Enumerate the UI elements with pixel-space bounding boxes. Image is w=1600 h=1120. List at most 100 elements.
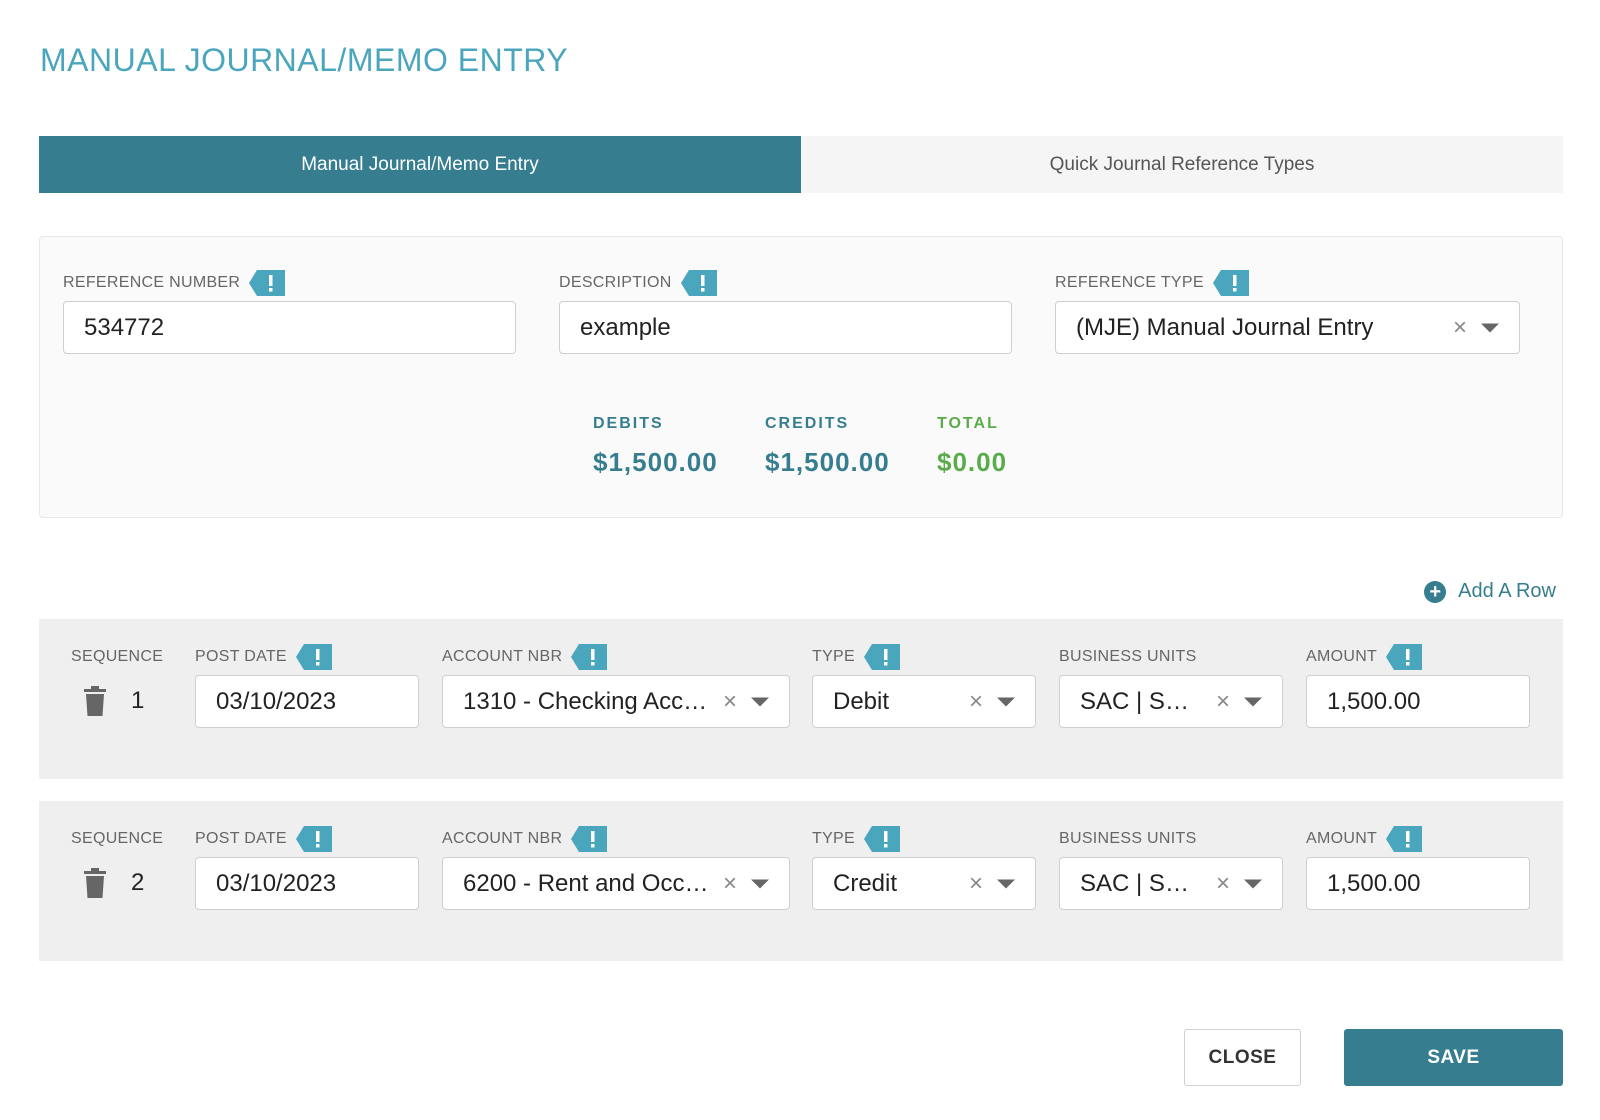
- reference-number-input[interactable]: 534772: [63, 301, 516, 354]
- sequence-field: SEQUENCE 2: [71, 825, 181, 903]
- header-panel: REFERENCE NUMBER 534772 DESCRIPTION exam…: [39, 236, 1563, 518]
- add-row-label: Add A Row: [1458, 580, 1556, 602]
- business-units-select[interactable]: SAC | Sacrame... ×: [1059, 675, 1283, 728]
- amount-value: 1,500.00: [1327, 687, 1421, 715]
- plus-circle-icon: +: [1424, 580, 1447, 603]
- tab-bar: Manual Journal/Memo Entry Quick Journal …: [39, 136, 1563, 193]
- reference-type-label: REFERENCE TYPE: [1055, 274, 1204, 291]
- required-flag-icon: [295, 826, 332, 852]
- required-flag-icon: [1386, 826, 1423, 852]
- account-nbr-label: ACCOUNT NBR: [442, 648, 563, 665]
- caret-down-icon[interactable]: [997, 879, 1015, 888]
- sequence-label: SEQUENCE: [71, 648, 164, 665]
- trash-icon[interactable]: [83, 686, 107, 716]
- account-nbr-label: ACCOUNT NBR: [442, 830, 563, 847]
- total-value: $0.00: [937, 447, 1008, 477]
- required-flag-icon: [249, 270, 286, 296]
- description-label: DESCRIPTION: [559, 274, 672, 291]
- close-icon[interactable]: ×: [969, 688, 983, 716]
- account-nbr-select[interactable]: 1310 - Checking Account -... ×: [442, 675, 790, 728]
- tab-quick-journal-reference-types[interactable]: Quick Journal Reference Types: [801, 136, 1563, 193]
- close-icon[interactable]: ×: [723, 870, 737, 898]
- amount-input[interactable]: 1,500.00: [1306, 675, 1530, 728]
- reference-type-value: (MJE) Manual Journal Entry: [1076, 313, 1374, 341]
- sequence-label: SEQUENCE: [71, 830, 164, 847]
- journal-line-row: SEQUENCE 1 POST DATE 03/10/2023 ACCOUNT …: [39, 619, 1563, 779]
- post-date-value: 03/10/2023: [216, 869, 337, 897]
- business-units-select[interactable]: SAC | Sacrame... ×: [1059, 857, 1283, 910]
- business-units-field: BUSINESS UNITS SAC | Sacrame... ×: [1059, 643, 1283, 728]
- credits-label: CREDITS: [765, 415, 850, 432]
- required-flag-icon: [571, 644, 608, 670]
- description-field: DESCRIPTION example: [559, 269, 1012, 354]
- amount-input[interactable]: 1,500.00: [1306, 857, 1530, 910]
- caret-down-icon[interactable]: [751, 697, 769, 706]
- type-label: TYPE: [812, 648, 855, 665]
- tab-manual-journal-entry[interactable]: Manual Journal/Memo Entry: [39, 136, 801, 193]
- reference-number-label: REFERENCE NUMBER: [63, 274, 241, 291]
- amount-label: AMOUNT: [1306, 648, 1378, 665]
- description-input[interactable]: example: [559, 301, 1012, 354]
- business-units-field: BUSINESS UNITS SAC | Sacrame... ×: [1059, 825, 1283, 910]
- caret-down-icon[interactable]: [1481, 323, 1499, 332]
- required-flag-icon: [295, 644, 332, 670]
- account-nbr-field: ACCOUNT NBR 1310 - Checking Account -...…: [442, 643, 790, 728]
- close-icon[interactable]: ×: [1216, 688, 1230, 716]
- sequence-value: 1: [131, 687, 145, 714]
- post-date-field: POST DATE 03/10/2023: [195, 643, 419, 728]
- close-icon[interactable]: ×: [1216, 870, 1230, 898]
- type-select[interactable]: Debit ×: [812, 675, 1036, 728]
- required-flag-icon: [680, 270, 717, 296]
- amount-field: AMOUNT 1,500.00: [1306, 825, 1530, 910]
- type-value: Debit: [833, 687, 890, 715]
- required-flag-icon: [864, 644, 900, 670]
- debits-summary: DEBITS $1,500.00: [593, 415, 718, 478]
- caret-down-icon[interactable]: [751, 879, 769, 888]
- add-row-button[interactable]: + Add A Row: [1424, 580, 1556, 603]
- required-flag-icon: [1386, 644, 1423, 670]
- amount-value: 1,500.00: [1327, 869, 1421, 897]
- type-field: TYPE Debit ×: [812, 643, 1036, 728]
- type-value: Credit: [833, 869, 898, 897]
- sequence-value: 2: [131, 869, 145, 896]
- business-units-value: SAC | Sacrame...: [1080, 687, 1202, 715]
- trash-icon[interactable]: [83, 868, 107, 898]
- type-label: TYPE: [812, 830, 855, 847]
- journal-line-row: SEQUENCE 2 POST DATE 03/10/2023 ACCOUNT …: [39, 801, 1563, 961]
- post-date-input[interactable]: 03/10/2023: [195, 675, 419, 728]
- close-icon[interactable]: ×: [723, 688, 737, 716]
- required-flag-icon: [1212, 270, 1249, 296]
- type-field: TYPE Credit ×: [812, 825, 1036, 910]
- caret-down-icon[interactable]: [997, 697, 1015, 706]
- reference-number-value: 534772: [84, 313, 165, 341]
- reference-type-field: REFERENCE TYPE (MJE) Manual Journal Entr…: [1055, 269, 1520, 354]
- debits-label: DEBITS: [593, 415, 664, 432]
- post-date-label: POST DATE: [195, 648, 287, 665]
- post-date-input[interactable]: 03/10/2023: [195, 857, 419, 910]
- journal-entry-page: MANUAL JOURNAL/MEMO ENTRY Manual Journal…: [0, 0, 1600, 1120]
- account-nbr-select[interactable]: 6200 - Rent and Occupanc... ×: [442, 857, 790, 910]
- debits-value: $1,500.00: [593, 447, 718, 477]
- credits-summary: CREDITS $1,500.00: [765, 415, 890, 478]
- post-date-field: POST DATE 03/10/2023: [195, 825, 419, 910]
- amount-field: AMOUNT 1,500.00: [1306, 643, 1530, 728]
- caret-down-icon[interactable]: [1244, 879, 1262, 888]
- caret-down-icon[interactable]: [1244, 697, 1262, 706]
- sequence-field: SEQUENCE 1: [71, 643, 181, 721]
- close-icon[interactable]: ×: [1453, 314, 1467, 342]
- close-icon[interactable]: ×: [969, 870, 983, 898]
- business-units-label: BUSINESS UNITS: [1059, 830, 1197, 847]
- reference-type-select[interactable]: (MJE) Manual Journal Entry ×: [1055, 301, 1520, 354]
- close-button[interactable]: CLOSE: [1184, 1029, 1301, 1086]
- business-units-value: SAC | Sacrame...: [1080, 869, 1202, 897]
- account-nbr-field: ACCOUNT NBR 6200 - Rent and Occupanc... …: [442, 825, 790, 910]
- description-value: example: [580, 313, 671, 341]
- business-units-label: BUSINESS UNITS: [1059, 648, 1197, 665]
- required-flag-icon: [571, 826, 608, 852]
- save-button[interactable]: SAVE: [1344, 1029, 1563, 1086]
- post-date-label: POST DATE: [195, 830, 287, 847]
- type-select[interactable]: Credit ×: [812, 857, 1036, 910]
- account-nbr-value: 6200 - Rent and Occupanc...: [463, 869, 709, 897]
- account-nbr-value: 1310 - Checking Account -...: [463, 687, 709, 715]
- post-date-value: 03/10/2023: [216, 687, 337, 715]
